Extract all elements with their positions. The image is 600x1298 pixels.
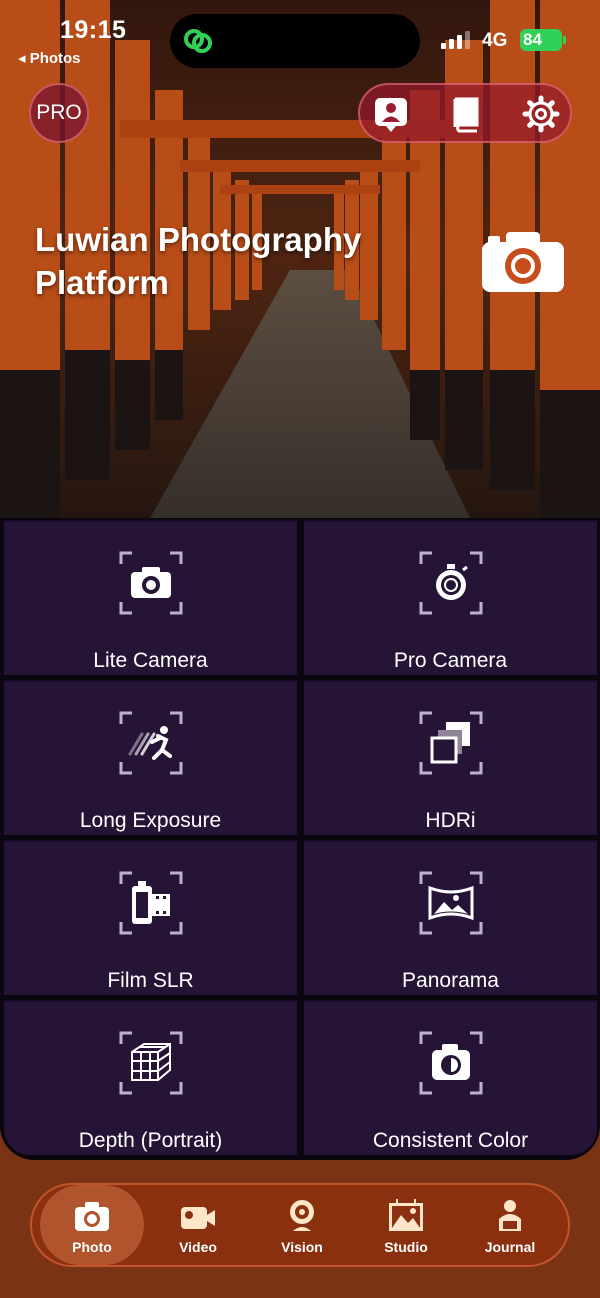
tab-journal[interactable]: Journal — [458, 1185, 562, 1265]
mode-label: Pro Camera — [393, 649, 508, 672]
video-camera-icon — [181, 1207, 215, 1229]
mode-label: Depth (Portrait) — [78, 1129, 223, 1152]
film-roll-icon — [119, 871, 182, 935]
mode-label: Consistent Color — [372, 1129, 529, 1152]
app-title: Luwian Photography Platform — [35, 221, 362, 301]
camera-logo-icon — [482, 232, 564, 292]
app-screen: 19:15 ◂ Photos 4G 84 PRO Luwian Photogra… — [0, 0, 600, 1160]
mode-tile-film-slr[interactable]: Film SLR — [4, 840, 297, 995]
mode-label: Lite Camera — [93, 649, 208, 672]
tab-label: Vision — [281, 1239, 323, 1255]
mode-label: Long Exposure — [79, 809, 222, 832]
back-to-photos-link[interactable]: ◂ Photos — [18, 49, 81, 67]
link-rings-icon — [184, 29, 212, 53]
top-action-bar — [358, 83, 572, 143]
tab-photo[interactable]: Photo — [40, 1185, 144, 1265]
journal-icon — [499, 1200, 521, 1231]
mode-tile-consistent-color[interactable]: Consistent Color — [304, 1000, 597, 1155]
mode-label: Film SLR — [107, 969, 194, 992]
mode-label: HDRi — [425, 809, 476, 832]
photo-camera-icon — [75, 1202, 109, 1231]
hero-image: 19:15 ◂ Photos 4G 84 PRO Luwian Photogra… — [0, 0, 600, 518]
tab-video[interactable]: Video — [146, 1185, 250, 1265]
status-bar: 19:15 ◂ Photos 4G 84 — [0, 0, 600, 78]
mode-tile-hdri[interactable]: HDRi — [304, 680, 597, 835]
bottom-tab-bar: Photo Video Vision Studio Journal — [30, 1183, 570, 1267]
lite-camera-icon — [119, 551, 182, 615]
tab-label: Studio — [384, 1239, 428, 1255]
depth-cube-icon — [119, 1031, 182, 1095]
mode-grid: Lite Camera Pro Camera Long Exposure HDR… — [0, 518, 600, 1160]
color-camera-icon — [419, 1031, 482, 1095]
tab-label: Video — [179, 1239, 217, 1255]
battery-indicator: 84 — [520, 29, 566, 51]
network-type: 4G — [482, 30, 508, 51]
mode-tile-pro-camera[interactable]: Pro Camera — [304, 520, 597, 675]
gear-icon[interactable] — [522, 95, 560, 133]
long-exposure-icon — [119, 711, 182, 775]
pro-button[interactable]: PRO — [29, 83, 89, 143]
tab-vision[interactable]: Vision — [250, 1185, 354, 1265]
mode-label: Panorama — [402, 969, 499, 992]
pro-camera-icon — [419, 551, 482, 615]
signal-icon — [441, 31, 470, 49]
studio-easel-icon — [389, 1199, 423, 1231]
mode-tile-panorama[interactable]: Panorama — [304, 840, 597, 995]
mode-tile-lite-camera[interactable]: Lite Camera — [4, 520, 297, 675]
mode-tile-depth-portrait[interactable]: Depth (Portrait) — [4, 1000, 297, 1155]
mode-tile-long-exposure[interactable]: Long Exposure — [4, 680, 297, 835]
tab-studio[interactable]: Studio — [354, 1185, 458, 1265]
dynamic-island — [170, 14, 420, 68]
hdri-icon — [419, 711, 482, 775]
clock: 19:15 — [60, 16, 127, 44]
panorama-icon — [419, 871, 482, 935]
tab-label: Photo — [72, 1239, 112, 1255]
webcam-icon — [290, 1200, 314, 1231]
tab-label: Journal — [484, 1239, 536, 1255]
profile-icon[interactable] — [372, 95, 410, 133]
book-icon[interactable] — [447, 95, 485, 133]
